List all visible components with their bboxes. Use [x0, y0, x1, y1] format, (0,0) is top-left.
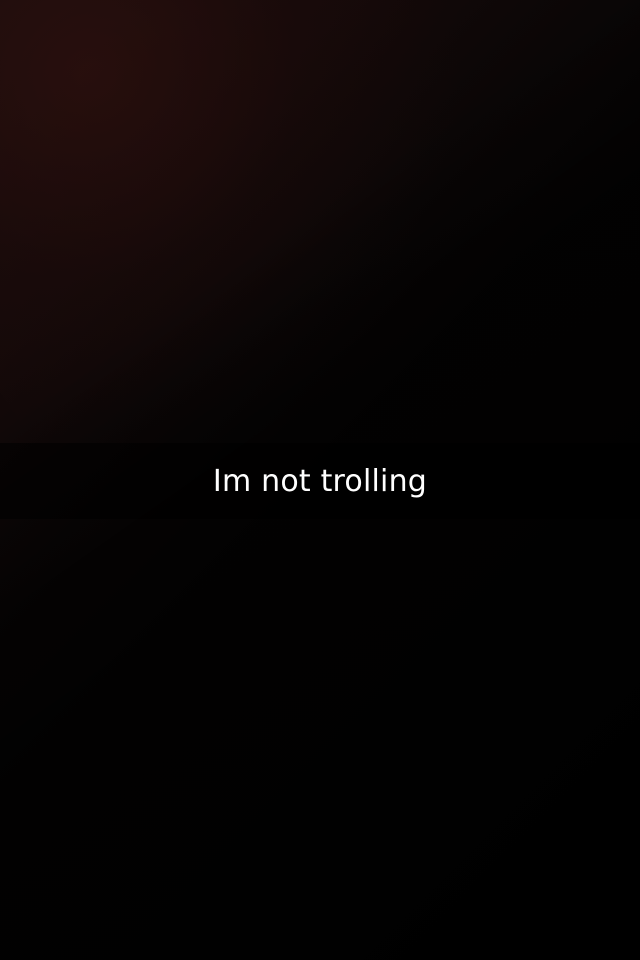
- snap-photo-background: Im not trolling: [0, 0, 640, 960]
- red-glow-highlight: [0, 0, 612, 517]
- caption-text: Im not trolling: [212, 463, 428, 499]
- caption-bar: Im not trolling: [0, 443, 640, 519]
